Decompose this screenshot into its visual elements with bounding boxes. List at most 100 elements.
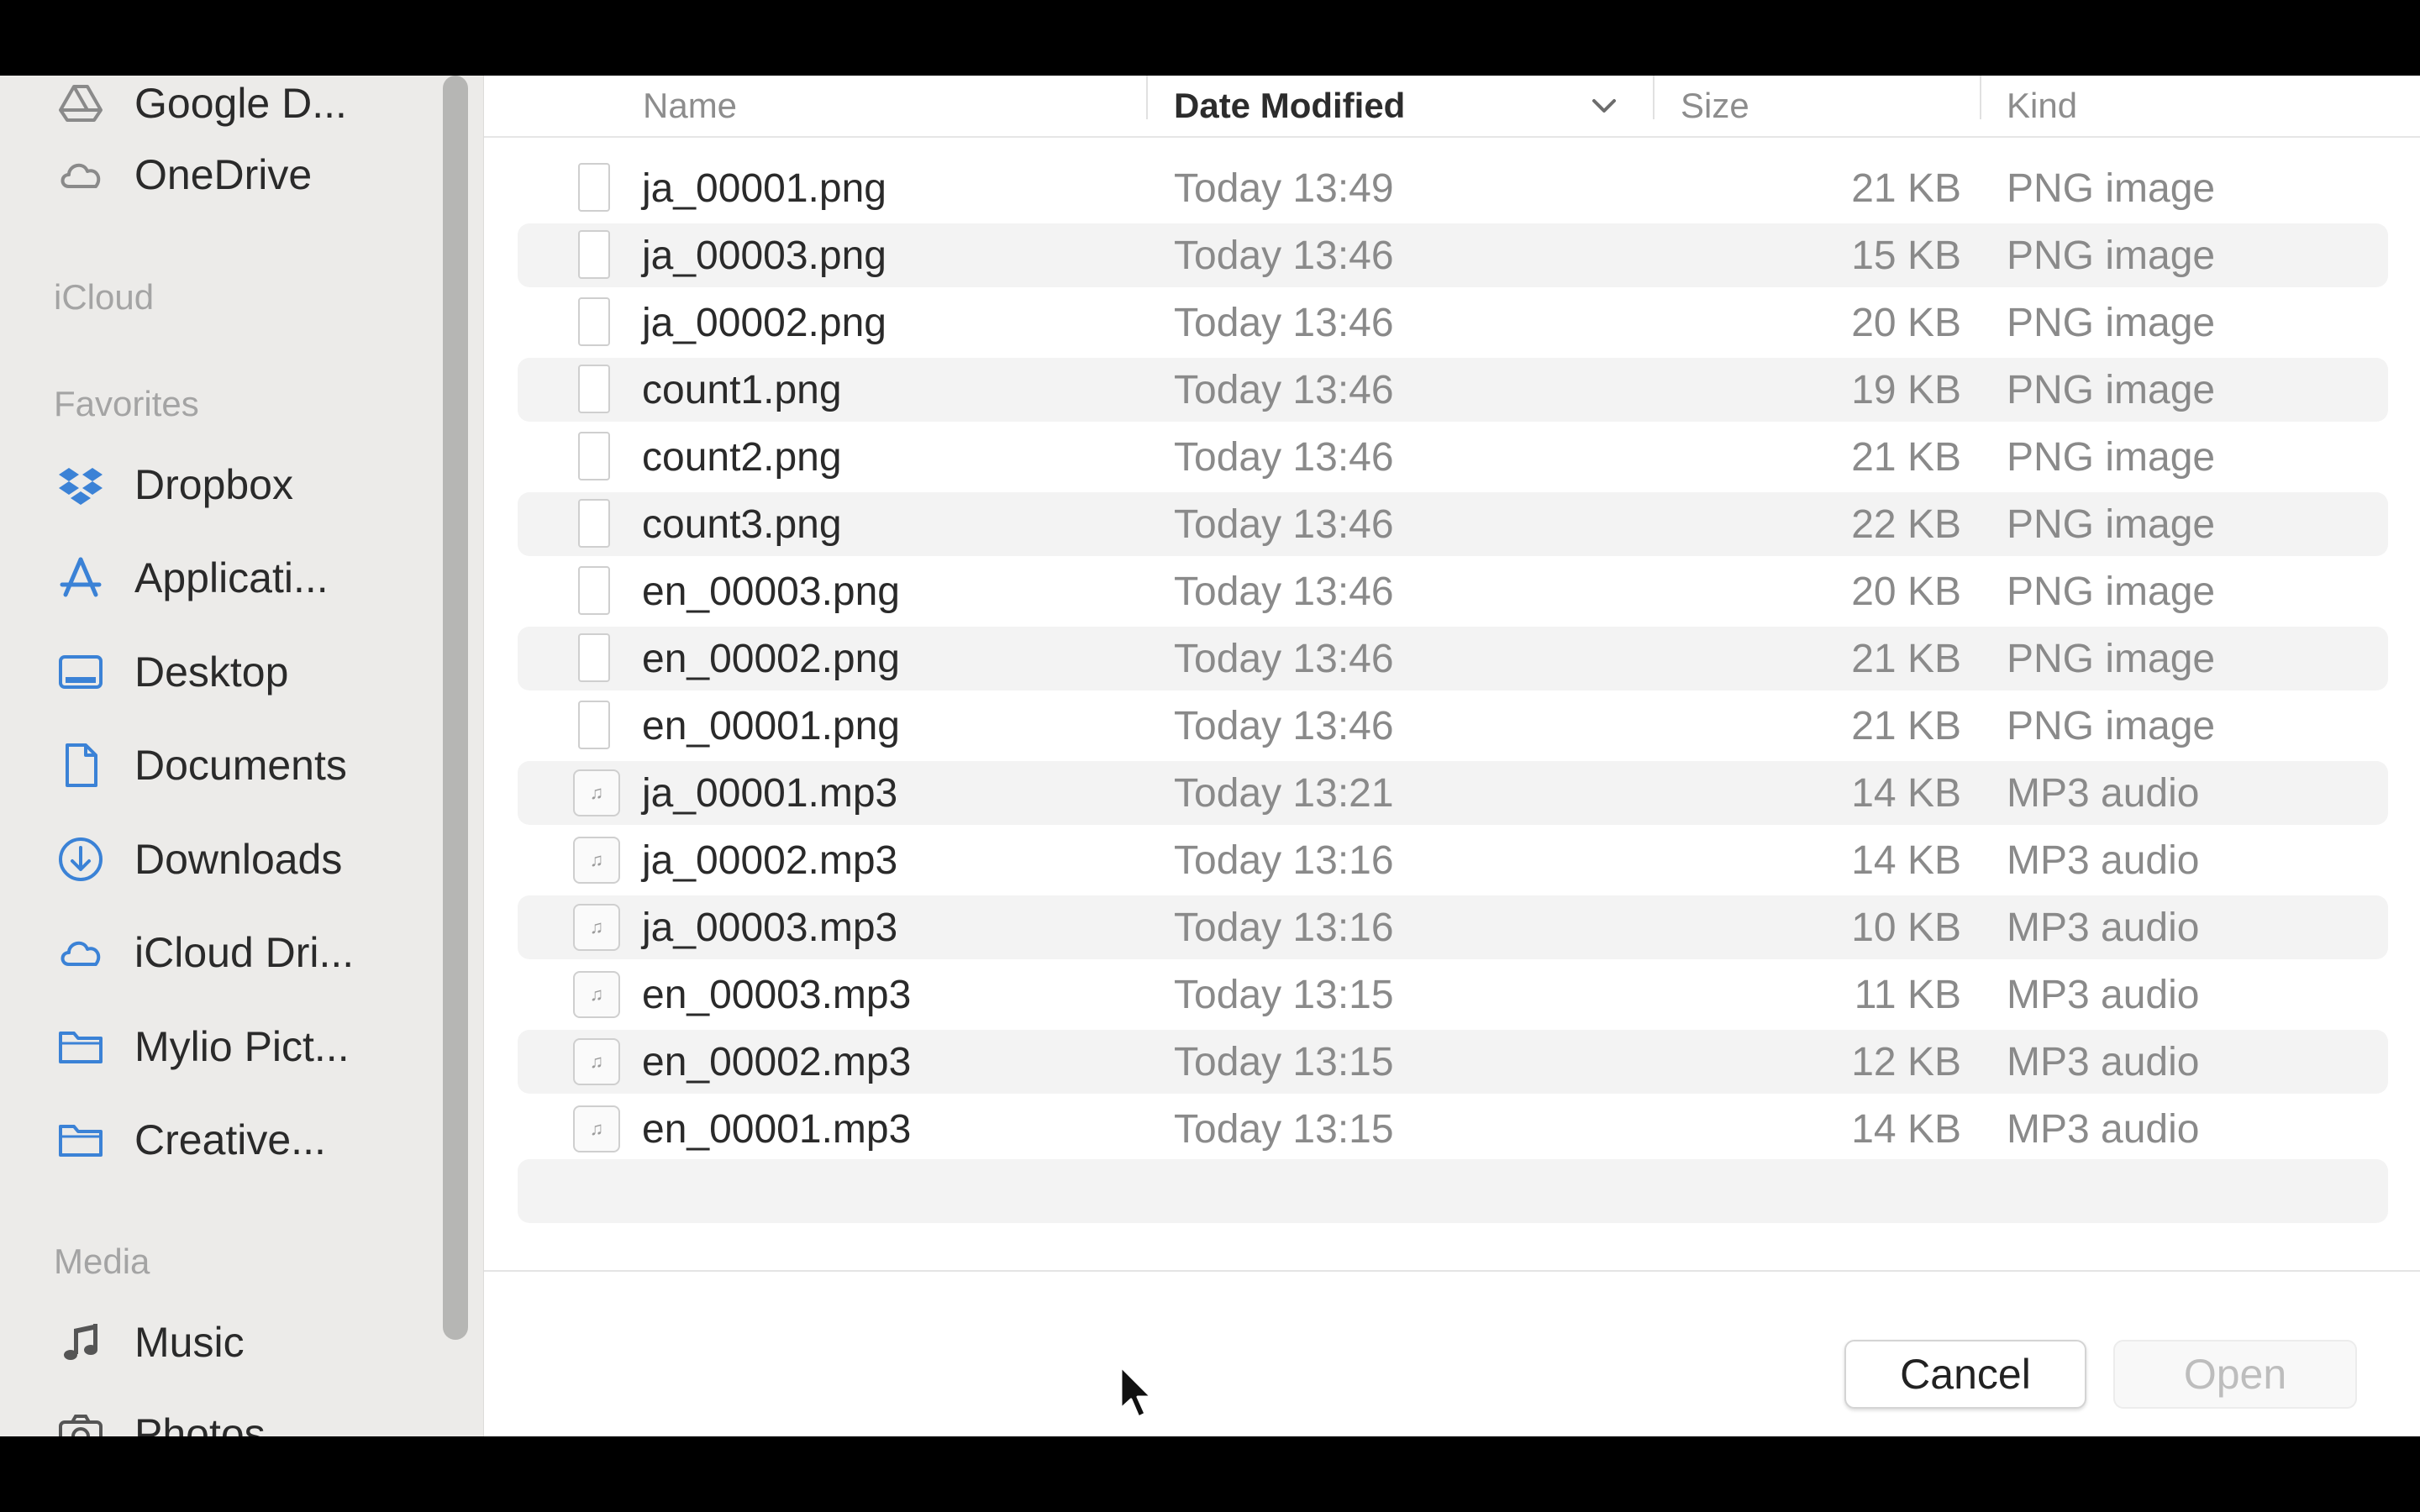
table-row[interactable]: ja_00002.png Today 13:46 20 KB PNG image: [518, 291, 2388, 354]
sidebar-item-photos[interactable]: Photos: [54, 1404, 266, 1436]
file-kind: MP3 audio: [2007, 837, 2200, 883]
column-header-date-modified[interactable]: Date Modified: [1174, 76, 1405, 136]
file-date-modified: Today 13:21: [1174, 770, 1394, 816]
file-kind: MP3 audio: [2007, 1039, 2200, 1084]
sidebar-item-mylio-pictures[interactable]: Mylio Pict...: [54, 1017, 350, 1076]
table-row[interactable]: ♫ ja_00002.mp3 Today 13:16 14 KB MP3 audio: [518, 828, 2388, 892]
sidebar-item-google-drive[interactable]: Google D...: [54, 76, 347, 133]
file-kind: PNG image: [2007, 569, 2216, 614]
sidebar-item-label: Desktop: [134, 648, 289, 696]
column-header-name[interactable]: Name: [643, 76, 737, 136]
file-size: 11 KB: [1854, 972, 1961, 1017]
file-kind: PNG image: [2007, 501, 2216, 547]
google-drive-icon: [54, 76, 108, 130]
file-size: 20 KB: [1851, 300, 1961, 345]
open-button[interactable]: Open: [2113, 1340, 2357, 1409]
image-file-icon: [578, 230, 610, 279]
document-icon: [54, 738, 108, 792]
table-row[interactable]: count1.png Today 13:46 19 KB PNG image: [518, 358, 2388, 422]
file-size: 19 KB: [1851, 367, 1961, 412]
column-divider[interactable]: [1146, 76, 1148, 119]
file-size: 14 KB: [1851, 1106, 1961, 1152]
chevron-down-icon[interactable]: [1590, 94, 1618, 118]
image-file-icon: [578, 566, 610, 615]
column-divider[interactable]: [1653, 76, 1655, 119]
camera-icon: [54, 1407, 108, 1436]
file-kind: PNG image: [2007, 636, 2216, 681]
sidebar-item-label: Photos: [134, 1410, 266, 1436]
sidebar-item-label: Music: [134, 1319, 245, 1366]
mouse-cursor-icon: [1119, 1365, 1153, 1419]
table-row[interactable]: ja_00001.png Today 13:49 21 KB PNG image: [518, 156, 2388, 220]
file-date-modified: Today 13:46: [1174, 636, 1394, 681]
file-kind: PNG image: [2007, 703, 2216, 748]
file-kind: PNG image: [2007, 434, 2216, 480]
file-size: 21 KB: [1851, 636, 1961, 681]
table-row[interactable]: ♫ en_00002.mp3 Today 13:15 12 KB MP3 audio: [518, 1030, 2388, 1094]
table-row[interactable]: ja_00003.png Today 13:46 15 KB PNG image: [518, 223, 2388, 287]
column-header: Name Date Modified Size Kind: [484, 76, 2420, 138]
file-date-modified: Today 13:46: [1174, 233, 1394, 278]
table-row[interactable]: ♫ ja_00001.mp3 Today 13:21 14 KB MP3 audio: [518, 761, 2388, 825]
file-name: en_00002.mp3: [642, 1039, 912, 1084]
sidebar-item-creative[interactable]: Creative...: [54, 1110, 326, 1169]
file-size: 22 KB: [1851, 501, 1961, 547]
sidebar: Google D... OneDrive iCloud Favorites Dr…: [0, 76, 484, 1436]
audio-file-icon: ♫: [573, 1105, 620, 1152]
sidebar-section-favorites: Favorites: [54, 384, 199, 423]
file-size: 14 KB: [1851, 770, 1961, 816]
sidebar-item-onedrive[interactable]: OneDrive: [54, 145, 312, 204]
sidebar-item-applications[interactable]: Applicati...: [54, 549, 329, 607]
file-name: count2.png: [642, 434, 842, 480]
cancel-button[interactable]: Cancel: [1844, 1340, 2086, 1409]
file-name: en_00003.png: [642, 569, 900, 614]
file-kind: PNG image: [2007, 300, 2216, 345]
file-date-modified: Today 13:15: [1174, 972, 1394, 1017]
column-header-label: Date Modified: [1174, 86, 1406, 125]
table-row[interactable]: ♫ en_00003.mp3 Today 13:15 11 KB MP3 audio: [518, 963, 2388, 1026]
sidebar-item-downloads[interactable]: Downloads: [54, 830, 342, 889]
desktop-icon: [54, 645, 108, 699]
audio-file-icon: ♫: [573, 837, 620, 884]
table-row[interactable]: ♫ ja_00003.mp3 Today 13:16 10 KB MP3 audio: [518, 895, 2388, 959]
file-date-modified: Today 13:46: [1174, 501, 1394, 547]
sidebar-item-desktop[interactable]: Desktop: [54, 643, 288, 701]
file-name: en_00001.png: [642, 703, 900, 748]
file-open-dialog: Google D... OneDrive iCloud Favorites Dr…: [0, 76, 2420, 1436]
file-kind: MP3 audio: [2007, 770, 2200, 816]
file-name: en_00001.mp3: [642, 1106, 912, 1152]
sidebar-item-icloud-drive[interactable]: iCloud Dri...: [54, 923, 354, 982]
table-row[interactable]: count2.png Today 13:46 21 KB PNG image: [518, 425, 2388, 489]
table-row[interactable]: en_00003.png Today 13:46 20 KB PNG image: [518, 559, 2388, 623]
file-kind: PNG image: [2007, 367, 2216, 412]
folder-icon: [54, 1020, 108, 1074]
file-size: 21 KB: [1851, 165, 1961, 211]
file-name: ja_00003.mp3: [642, 905, 898, 950]
column-divider[interactable]: [1980, 76, 1981, 119]
table-row[interactable]: en_00001.png Today 13:46 21 KB PNG image: [518, 694, 2388, 758]
file-date-modified: Today 13:46: [1174, 300, 1394, 345]
empty-row: [518, 1159, 2388, 1223]
table-row[interactable]: en_00002.png Today 13:46 21 KB PNG image: [518, 627, 2388, 690]
file-kind: PNG image: [2007, 233, 2216, 278]
sidebar-item-label: iCloud Dri...: [134, 929, 355, 976]
sidebar-item-dropbox[interactable]: Dropbox: [54, 455, 293, 514]
image-file-icon: [578, 163, 610, 212]
file-date-modified: Today 13:16: [1174, 905, 1394, 950]
sidebar-scrollbar[interactable]: [443, 76, 468, 1340]
file-size: 21 KB: [1851, 434, 1961, 480]
image-file-icon: [578, 701, 610, 749]
table-row[interactable]: count3.png Today 13:46 22 KB PNG image: [518, 492, 2388, 556]
sidebar-item-music[interactable]: Music: [54, 1313, 245, 1372]
file-name: ja_00001.png: [642, 165, 886, 211]
file-date-modified: Today 13:46: [1174, 703, 1394, 748]
image-file-icon: [578, 365, 610, 413]
sidebar-item-documents[interactable]: Documents: [54, 736, 347, 795]
column-header-kind[interactable]: Kind: [2007, 76, 2077, 136]
column-header-size[interactable]: Size: [1681, 76, 1749, 136]
file-date-modified: Today 13:15: [1174, 1039, 1394, 1084]
divider: [484, 1270, 2420, 1272]
table-row[interactable]: ♫ en_00001.mp3 Today 13:15 14 KB MP3 audio: [518, 1097, 2388, 1161]
audio-file-icon: ♫: [573, 971, 620, 1018]
dropbox-icon: [54, 458, 108, 512]
